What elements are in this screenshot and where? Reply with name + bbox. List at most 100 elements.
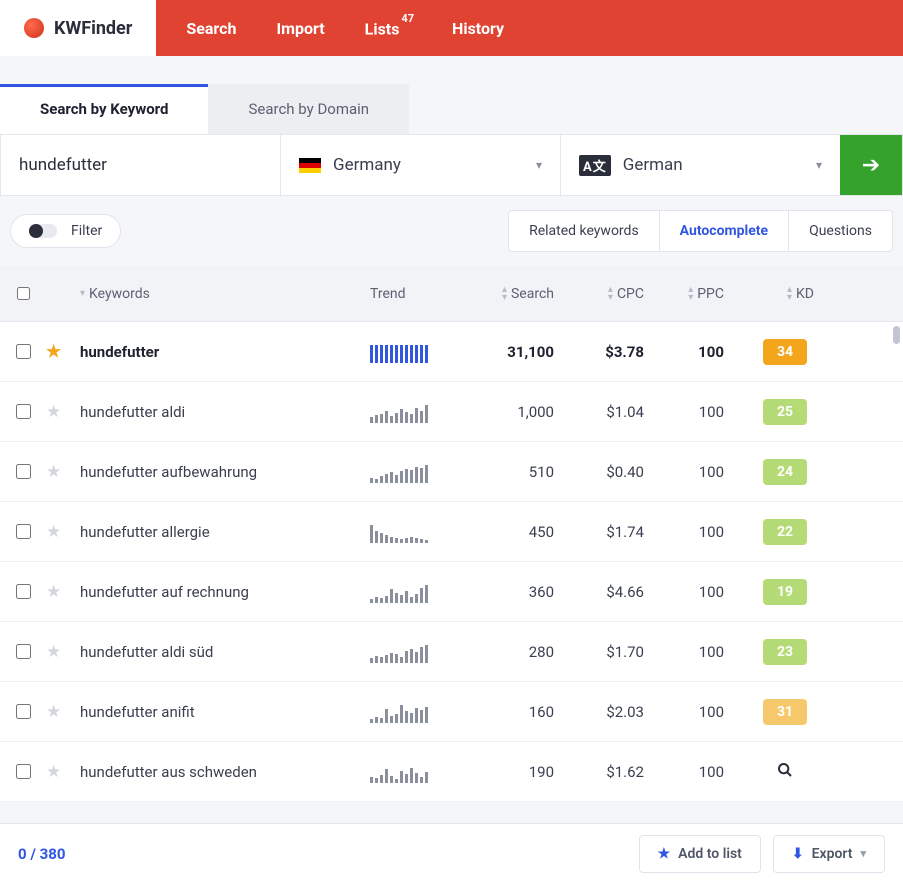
export-button[interactable]: ⬇ Export ▾ (773, 835, 885, 873)
kd-cell: 23 (740, 639, 830, 665)
keyword-cell[interactable]: hundefutter aus schweden (80, 763, 370, 781)
export-label: Export (812, 846, 853, 862)
search-cell: 1,000 (470, 403, 570, 421)
cpc-cell: $1.70 (570, 643, 660, 661)
star-icon[interactable]: ★ (46, 462, 61, 482)
kd-cell: 24 (740, 459, 830, 485)
trend-cell (370, 701, 470, 723)
keyword-cell[interactable]: hundefutter anifit (80, 703, 370, 721)
main-nav: Search Import Lists47 History (156, 0, 534, 56)
keyword-cell[interactable]: hundefutter allergie (80, 523, 370, 541)
table-header: ▾Keywords Trend ▴▾Search ▴▾CPC ▴▾PPC ▴▾K… (0, 266, 903, 322)
table-row: ★hundefutter aufbewahrung510$0.4010024 (0, 442, 903, 502)
row-checkbox[interactable] (16, 464, 31, 479)
keyword-cell[interactable]: hundefutter auf rechnung (80, 583, 370, 601)
keyword-cell[interactable]: hundefutter aufbewahrung (80, 463, 370, 481)
add-to-list-label: Add to list (678, 846, 742, 862)
kd-cell: 22 (740, 519, 830, 545)
language-label: German (623, 155, 683, 175)
star-icon[interactable]: ★ (46, 582, 61, 602)
table-row: ★hundefutter allergie450$1.7410022 (0, 502, 903, 562)
trend-cell (370, 341, 470, 363)
star-icon[interactable]: ★ (46, 642, 61, 662)
star-icon[interactable]: ★ (46, 402, 61, 422)
kd-badge: 34 (763, 339, 807, 365)
nav-lists[interactable]: Lists47 (365, 18, 412, 38)
kd-badge: 19 (763, 579, 807, 605)
tab-search-by-keyword[interactable]: Search by Keyword (0, 84, 208, 134)
row-checkbox[interactable] (16, 344, 31, 359)
location-selector[interactable]: Germany ▾ (280, 135, 560, 195)
kd-cell: 34 (740, 339, 830, 365)
col-ppc[interactable]: ▴▾PPC (660, 286, 740, 302)
row-checkbox[interactable] (16, 404, 31, 419)
search-submit-button[interactable]: ➔ (840, 135, 902, 195)
nav-lists-label: Lists (365, 19, 400, 38)
trend-sparkline-icon (370, 581, 470, 603)
nav-import[interactable]: Import (276, 19, 324, 38)
location-label: Germany (333, 155, 401, 175)
cpc-cell: $3.78 (570, 343, 660, 361)
kd-badge: 25 (763, 399, 807, 425)
scrollbar-thumb[interactable] (893, 326, 900, 344)
star-icon[interactable]: ★ (46, 762, 61, 782)
brand-logo-icon (24, 18, 44, 38)
tab-questions[interactable]: Questions (788, 211, 892, 251)
add-to-list-button[interactable]: ★ Add to list (639, 835, 761, 873)
kd-cell: 25 (740, 399, 830, 425)
row-checkbox[interactable] (16, 704, 31, 719)
trend-cell (370, 641, 470, 663)
table-row: ★hundefutter aldi1,000$1.0410025 (0, 382, 903, 442)
ppc-cell: 100 (660, 523, 740, 541)
col-kd[interactable]: ▴▾KD (740, 286, 830, 302)
trend-sparkline-icon (370, 461, 470, 483)
sort-icon: ▴▾ (688, 286, 693, 302)
trend-cell (370, 521, 470, 543)
col-keywords[interactable]: ▾Keywords (80, 286, 370, 302)
table-row: ★hundefutter aldi süd280$1.7010023 (0, 622, 903, 682)
kd-cell: 31 (740, 699, 830, 725)
search-cell: 190 (470, 763, 570, 781)
search-icon[interactable] (777, 762, 793, 782)
sort-icon: ▴▾ (787, 286, 792, 302)
tab-search-by-domain[interactable]: Search by Domain (208, 84, 409, 134)
tab-autocomplete[interactable]: Autocomplete (659, 211, 788, 251)
ppc-cell: 100 (660, 463, 740, 481)
trend-cell (370, 461, 470, 483)
row-checkbox[interactable] (16, 764, 31, 779)
nav-history[interactable]: History (452, 19, 504, 38)
table-body: ★hundefutter31,100$3.7810034★hundefutter… (0, 322, 903, 802)
language-icon: A文 (579, 155, 611, 176)
chevron-down-icon: ▾ (536, 158, 542, 172)
search-row: Germany ▾ A文 German ▾ ➔ (0, 134, 903, 196)
tab-related-keywords[interactable]: Related keywords (509, 211, 659, 251)
kd-badge: 23 (763, 639, 807, 665)
keyword-cell[interactable]: hundefutter aldi (80, 403, 370, 421)
filter-toggle[interactable]: Filter (10, 214, 121, 248)
select-all-checkbox[interactable] (17, 287, 30, 300)
trend-cell (370, 401, 470, 423)
header-checkbox-cell (0, 287, 46, 300)
row-checkbox[interactable] (16, 524, 31, 539)
sort-icon: ▴▾ (608, 286, 613, 302)
nav-search[interactable]: Search (186, 19, 236, 38)
table-row: ★hundefutter auf rechnung360$4.6610019 (0, 562, 903, 622)
trend-sparkline-icon (370, 521, 470, 543)
download-icon: ⬇ (792, 846, 804, 862)
row-checkbox[interactable] (16, 644, 31, 659)
col-cpc[interactable]: ▴▾CPC (570, 286, 660, 302)
language-selector[interactable]: A文 German ▾ (560, 135, 840, 195)
keyword-cell[interactable]: hundefutter aldi süd (80, 643, 370, 661)
star-icon[interactable]: ★ (46, 702, 61, 722)
keyword-input[interactable] (1, 135, 280, 195)
cpc-cell: $4.66 (570, 583, 660, 601)
star-icon[interactable]: ★ (46, 522, 61, 542)
trend-sparkline-icon (370, 641, 470, 663)
trend-cell (370, 761, 470, 783)
keywords-table: ▾Keywords Trend ▴▾Search ▴▾CPC ▴▾PPC ▴▾K… (0, 266, 903, 802)
keyword-cell[interactable]: hundefutter (80, 343, 370, 361)
col-search[interactable]: ▴▾Search (470, 286, 570, 302)
search-cell: 510 (470, 463, 570, 481)
row-checkbox[interactable] (16, 584, 31, 599)
star-icon[interactable]: ★ (46, 342, 61, 362)
